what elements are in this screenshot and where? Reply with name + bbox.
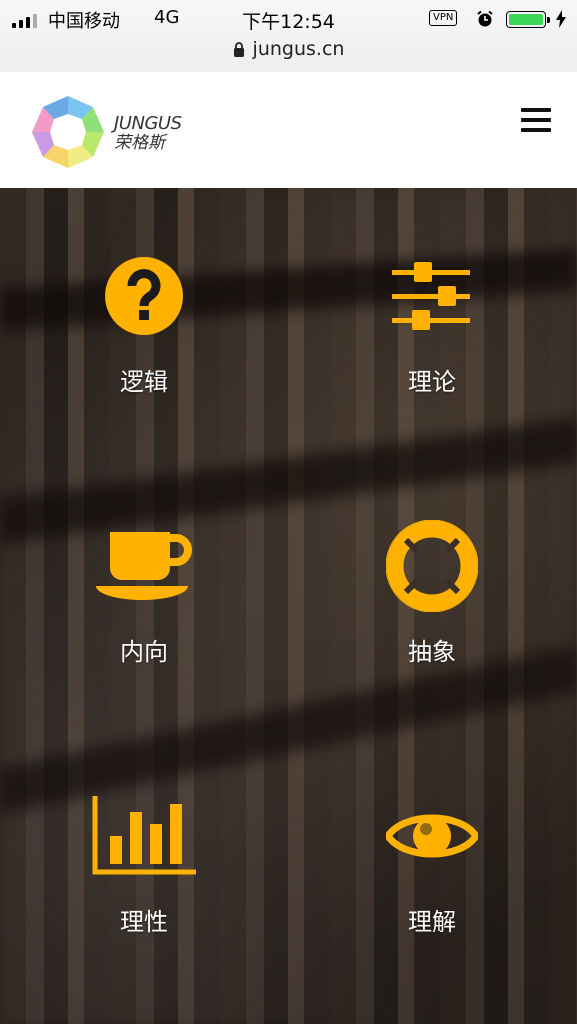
question-circle-icon <box>105 257 183 335</box>
charging-bolt-icon <box>556 10 566 28</box>
tile-label: 逻辑 <box>120 368 168 396</box>
browser-chrome: 中国移动 4G 下午12:54 VPN jungus.cn <box>0 0 577 73</box>
site-header: JUNGUS 荣格斯 <box>0 72 577 188</box>
tile-introvert[interactable]: 内向 <box>44 516 244 667</box>
tile-label: 内向 <box>120 638 168 666</box>
tile-theory[interactable]: 理论 <box>332 246 532 397</box>
status-bar: 中国移动 4G 下午12:54 VPN <box>0 4 577 34</box>
eye-icon <box>386 814 478 858</box>
coffee-cup-icon <box>96 532 192 600</box>
bar-chart-icon <box>92 796 196 875</box>
sliders-icon <box>392 262 470 330</box>
tile-logic[interactable]: 逻辑 <box>44 246 244 397</box>
lifebuoy-icon <box>386 520 478 612</box>
jungus-logo-icon[interactable] <box>30 94 106 170</box>
logo-chinese-text: 荣格斯 <box>114 133 165 153</box>
alarm-icon <box>477 10 493 27</box>
tile-label: 理论 <box>408 368 456 396</box>
hero-background: 逻辑 理论 内向 抽象 理性 理解 <box>0 188 577 1024</box>
tile-label: 理解 <box>408 908 456 936</box>
url-text: jungus.cn <box>252 38 345 60</box>
tile-label: 抽象 <box>408 638 456 666</box>
tile-abstract[interactable]: 抽象 <box>332 516 532 667</box>
vpn-badge: VPN <box>429 10 458 26</box>
tile-rational[interactable]: 理性 <box>44 786 244 937</box>
logo-wordmark[interactable]: JUNGUS 荣格斯 <box>114 115 182 152</box>
battery-icon <box>506 11 550 28</box>
url-bar[interactable]: jungus.cn <box>0 38 577 60</box>
lock-icon <box>233 42 244 57</box>
tile-understanding[interactable]: 理解 <box>332 786 532 937</box>
tile-label: 理性 <box>120 908 168 936</box>
hamburger-menu-icon[interactable] <box>521 108 551 138</box>
logo-english-text: JUNGUS <box>114 113 182 134</box>
